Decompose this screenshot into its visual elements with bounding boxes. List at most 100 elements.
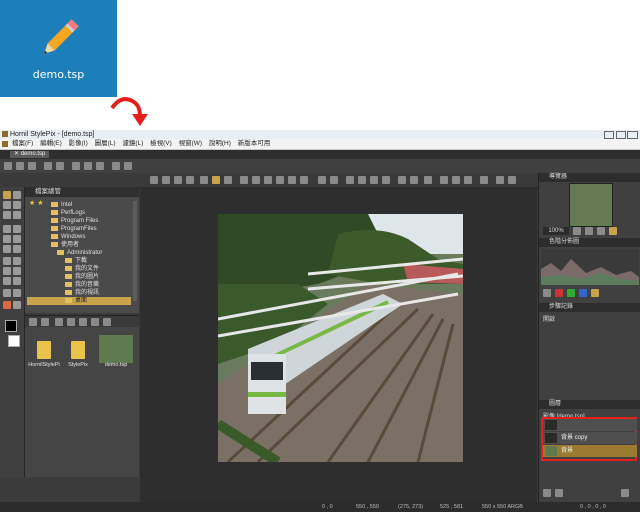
view-icon-3[interactable] <box>55 318 63 326</box>
zoom-tool-icon[interactable] <box>13 301 21 309</box>
folder-item[interactable]: 我的文件 <box>65 265 99 273</box>
text-tool-icon[interactable] <box>13 277 21 285</box>
history-item[interactable]: 開啟 <box>543 314 555 323</box>
grid-icon[interactable] <box>318 176 326 184</box>
lasso-tool-icon[interactable] <box>3 201 11 209</box>
transform-icon[interactable] <box>382 176 390 184</box>
panel-icon-6[interactable] <box>508 176 516 184</box>
folder-item[interactable]: 下載 <box>65 257 87 265</box>
tab-demo[interactable]: ✕ demo.tsp <box>10 151 50 158</box>
menu-image[interactable]: 影像(I) <box>69 140 88 147</box>
guide-icon[interactable] <box>330 176 338 184</box>
view-icon-6[interactable] <box>91 318 99 326</box>
foreground-color-swatch[interactable] <box>5 320 17 332</box>
menu-help[interactable]: 說明(H) <box>209 140 231 147</box>
pen-tool-icon[interactable] <box>3 267 11 275</box>
paste-icon[interactable] <box>96 162 104 170</box>
explorer-scrollbar[interactable] <box>133 201 137 301</box>
folder-item[interactable]: Administrator <box>57 249 102 257</box>
layer-effect-icon[interactable] <box>555 489 563 497</box>
crop-tool-icon[interactable] <box>3 211 11 219</box>
print-icon[interactable] <box>112 162 120 170</box>
flip-icon[interactable] <box>370 176 378 184</box>
folder-item[interactable]: 使用者 <box>51 241 79 249</box>
eyedropper-icon[interactable] <box>3 289 11 297</box>
panel-icon-4[interactable] <box>480 176 488 184</box>
option-icon-3[interactable] <box>174 176 182 184</box>
folder-thumbnail[interactable] <box>67 337 89 363</box>
panel-icon-1[interactable] <box>440 176 448 184</box>
channel-rgb-icon[interactable] <box>543 289 551 297</box>
image-thumbnail[interactable] <box>99 335 133 363</box>
new-icon[interactable] <box>4 162 12 170</box>
menu-filter[interactable]: 濾鏡(L) <box>122 140 143 147</box>
slice-tool-icon[interactable] <box>13 211 21 219</box>
tab-close-icon[interactable]: ✕ <box>14 151 21 157</box>
save-icon[interactable] <box>28 162 36 170</box>
distribute-icon[interactable] <box>346 176 354 184</box>
view-icon-1[interactable] <box>29 318 37 326</box>
folder-item-selected[interactable]: 桌面 <box>27 297 131 305</box>
align-right-icon[interactable] <box>264 176 272 184</box>
menu-file[interactable]: 檔案(F) <box>12 140 33 147</box>
folder-item[interactable]: PerfLogs <box>51 209 85 217</box>
canvas-photo[interactable] <box>218 214 463 462</box>
menu-edit[interactable]: 編輯(E) <box>40 140 62 147</box>
align-center-icon[interactable] <box>252 176 260 184</box>
folder-item[interactable]: 我的音樂 <box>65 281 99 289</box>
panel-icon-5[interactable] <box>496 176 504 184</box>
clone-tool-icon[interactable] <box>3 235 11 243</box>
option-icon-1[interactable] <box>150 176 158 184</box>
arrange-icon[interactable] <box>398 176 406 184</box>
cut-icon[interactable] <box>72 162 80 170</box>
zoom-actual-icon[interactable] <box>609 227 617 235</box>
view-icon-2[interactable] <box>41 318 49 326</box>
view-icon-7[interactable] <box>103 318 111 326</box>
favorite-star-icon[interactable]: ★ ★ <box>29 199 44 207</box>
line-tool-icon[interactable] <box>13 267 21 275</box>
open-icon[interactable] <box>16 162 24 170</box>
rotate-icon[interactable] <box>358 176 366 184</box>
crop-icon[interactable] <box>124 162 132 170</box>
shape-tool-icon[interactable] <box>3 277 11 285</box>
align-bottom-icon[interactable] <box>300 176 308 184</box>
channel-red-icon[interactable] <box>555 289 563 297</box>
maximize-button[interactable] <box>616 131 626 139</box>
menu-layer[interactable]: 圖層(L) <box>95 140 116 147</box>
option-icon-4[interactable] <box>186 176 194 184</box>
channel-blue-icon[interactable] <box>579 289 587 297</box>
blur-tool-icon[interactable] <box>3 257 11 265</box>
menu-update[interactable]: 新版本可用 <box>238 140 271 147</box>
zoom-field[interactable]: 100% <box>543 227 569 235</box>
channel-luma-icon[interactable] <box>591 289 599 297</box>
panel-icon-2[interactable] <box>452 176 460 184</box>
zoom-out-icon[interactable] <box>573 227 581 235</box>
zoom-icon[interactable] <box>424 176 432 184</box>
desktop-file-icon[interactable]: demo.tsp <box>0 0 117 97</box>
zoom-in-icon[interactable] <box>585 227 593 235</box>
align-top-icon[interactable] <box>276 176 284 184</box>
close-button[interactable] <box>627 131 638 139</box>
navigator-preview[interactable] <box>569 183 613 227</box>
folder-item[interactable]: 我的視訊 <box>65 289 99 297</box>
layer-row-selected[interactable]: 背景 <box>543 445 637 457</box>
option-icon-5[interactable] <box>200 176 208 184</box>
magic-wand-icon[interactable] <box>13 201 21 209</box>
align-middle-icon[interactable] <box>288 176 296 184</box>
zoom-fit-icon[interactable] <box>597 227 605 235</box>
delete-layer-icon[interactable] <box>621 489 629 497</box>
view-icon-4[interactable] <box>67 318 75 326</box>
menu-window[interactable]: 視窗(W) <box>179 140 202 147</box>
folder-item[interactable]: ProgramFiles <box>51 225 97 233</box>
bucket-tool-icon[interactable] <box>3 245 11 253</box>
pencil-tool-icon[interactable] <box>13 225 21 233</box>
panel-icon-3[interactable] <box>464 176 472 184</box>
move-tool-icon[interactable] <box>3 191 11 199</box>
background-color-swatch[interactable] <box>8 335 20 347</box>
brush-tool-icon[interactable] <box>3 225 11 233</box>
folder-item[interactable]: Intel <box>51 201 72 209</box>
eraser-tool-icon[interactable] <box>13 235 21 243</box>
new-layer-icon[interactable] <box>543 489 551 497</box>
select-tool-icon[interactable] <box>13 191 21 199</box>
gradient-tool-icon[interactable] <box>13 245 21 253</box>
